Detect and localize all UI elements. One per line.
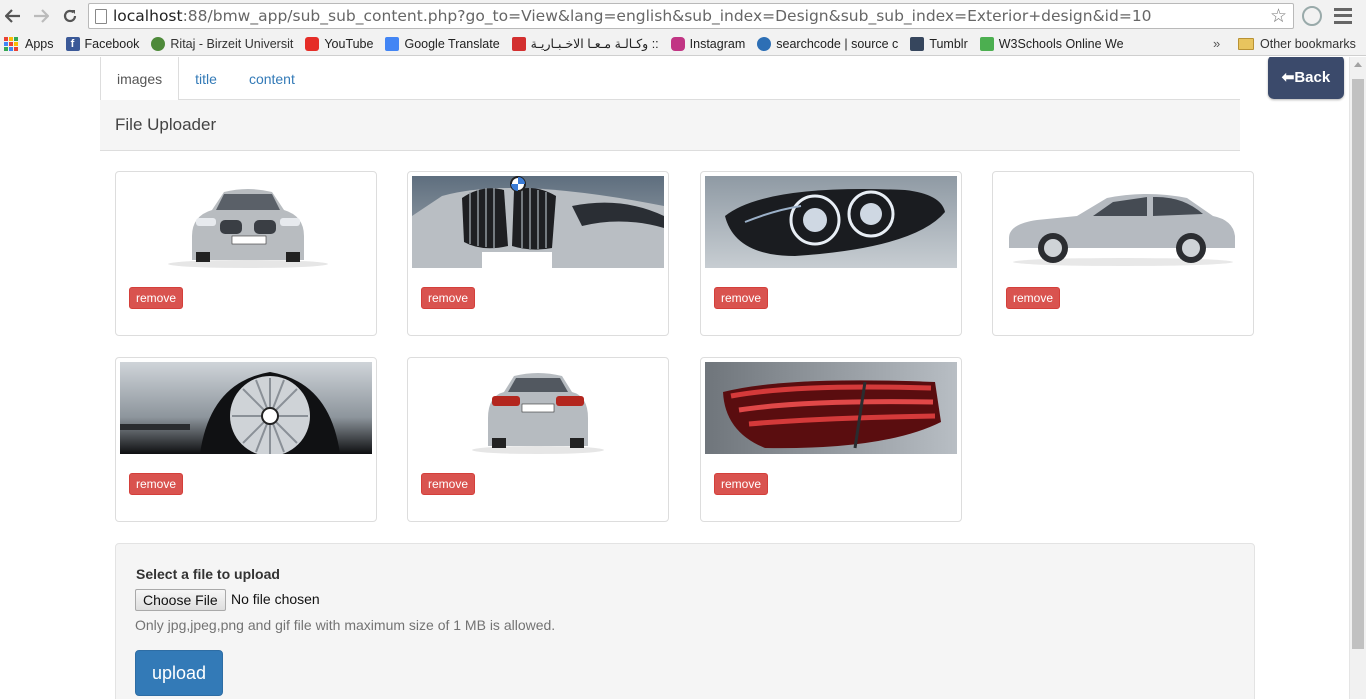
page-viewport: images title content ⬅Back File Uploader… <box>0 57 1366 699</box>
bookmark-star-icon[interactable]: ☆ <box>1270 5 1287 27</box>
image-card-3: remove <box>700 171 962 336</box>
page-icon <box>95 8 107 24</box>
forward-arrow-icon[interactable] <box>28 3 54 29</box>
remove-button[interactable]: remove <box>129 473 184 495</box>
car-rear-image <box>412 362 664 454</box>
bookmark-searchcode[interactable]: searchcode | source c <box>757 36 898 51</box>
image-card-5: remove <box>115 357 377 522</box>
tab-title[interactable]: title <box>179 57 233 100</box>
maan-icon <box>511 36 526 51</box>
bookmark-facebook[interactable]: f Facebook <box>65 36 139 51</box>
bookmark-instagram[interactable]: Instagram <box>670 36 745 51</box>
scroll-thumb[interactable] <box>1352 79 1364 649</box>
tab-bar: images title content <box>100 57 1240 101</box>
car-wheel-image <box>120 362 372 454</box>
bookmark-apps[interactable]: Apps <box>4 36 54 51</box>
url-path: :88/bmw_app/sub_sub_content.php?go_to=Vi… <box>182 7 1152 25</box>
bookmark-w3schools[interactable]: W3Schools Online We <box>979 36 1124 51</box>
bookmark-tumblr[interactable]: Tumblr <box>910 36 968 51</box>
browser-menu-icon[interactable] <box>1334 6 1352 26</box>
bookmarks-bar: Apps f Facebook Ritaj - Birzeit Universi… <box>0 32 1366 56</box>
image-card-6: remove <box>407 357 669 522</box>
bookmark-google-translate[interactable]: Google Translate <box>385 36 500 51</box>
other-bookmarks[interactable]: Other bookmarks <box>1238 32 1356 56</box>
file-status: No file chosen <box>231 591 320 607</box>
bookmark-ritaj[interactable]: Ritaj - Birzeit Universit <box>151 36 293 51</box>
car-grille-image <box>412 176 664 268</box>
upload-button[interactable]: upload <box>135 650 223 696</box>
browser-toolbar: localhost:88/bmw_app/sub_sub_content.php… <box>0 0 1366 32</box>
remove-button[interactable]: remove <box>421 473 476 495</box>
image-card-1: remove <box>115 171 377 336</box>
ritaj-icon <box>151 36 166 51</box>
car-headlight-image <box>705 176 957 268</box>
facebook-icon: f <box>65 36 80 51</box>
address-bar[interactable]: localhost:88/bmw_app/sub_sub_content.php… <box>88 3 1294 29</box>
more-bookmarks-chevron-icon[interactable]: » <box>1213 36 1220 51</box>
car-taillight-image <box>705 362 957 454</box>
youtube-icon <box>305 36 320 51</box>
bookmark-maan[interactable]: وكـالـة مـعـا الاخـبـاريـة :: <box>511 36 659 51</box>
remove-button[interactable]: remove <box>714 473 769 495</box>
url-host: localhost <box>113 7 183 25</box>
extension-icon[interactable] <box>1302 6 1322 26</box>
scroll-up-arrow-icon[interactable] <box>1354 62 1362 67</box>
image-card-2: remove <box>407 171 669 336</box>
tab-content[interactable]: content <box>233 57 311 100</box>
upload-help-text: Only jpg,jpeg,png and gif file with maxi… <box>135 617 556 633</box>
car-front-image <box>120 176 372 268</box>
remove-button[interactable]: remove <box>714 287 769 309</box>
back-button[interactable]: ⬅Back <box>1268 57 1344 99</box>
bookmark-youtube[interactable]: YouTube <box>305 36 373 51</box>
upload-label: Select a file to upload <box>136 566 280 582</box>
searchcode-icon <box>757 36 772 51</box>
remove-button[interactable]: remove <box>129 287 184 309</box>
page-scrollbar[interactable] <box>1349 57 1366 699</box>
choose-file-button[interactable]: Choose File <box>135 589 226 611</box>
apps-grid-icon <box>4 36 18 51</box>
car-side-image <box>997 176 1249 268</box>
upload-form: Select a file to upload Choose File No f… <box>115 543 1255 699</box>
panel-title: File Uploader <box>100 100 1240 151</box>
folder-icon <box>1238 38 1254 50</box>
tumblr-icon <box>910 36 925 51</box>
w3schools-icon <box>979 36 994 51</box>
image-card-7: remove <box>700 357 962 522</box>
back-arrow-icon[interactable] <box>0 3 26 29</box>
image-card-4: remove <box>992 171 1254 336</box>
google-translate-icon <box>385 36 400 51</box>
reload-icon[interactable] <box>57 3 83 29</box>
remove-button[interactable]: remove <box>421 287 476 309</box>
tab-images[interactable]: images <box>100 57 180 101</box>
instagram-icon <box>670 36 685 51</box>
remove-button[interactable]: remove <box>1006 287 1061 309</box>
